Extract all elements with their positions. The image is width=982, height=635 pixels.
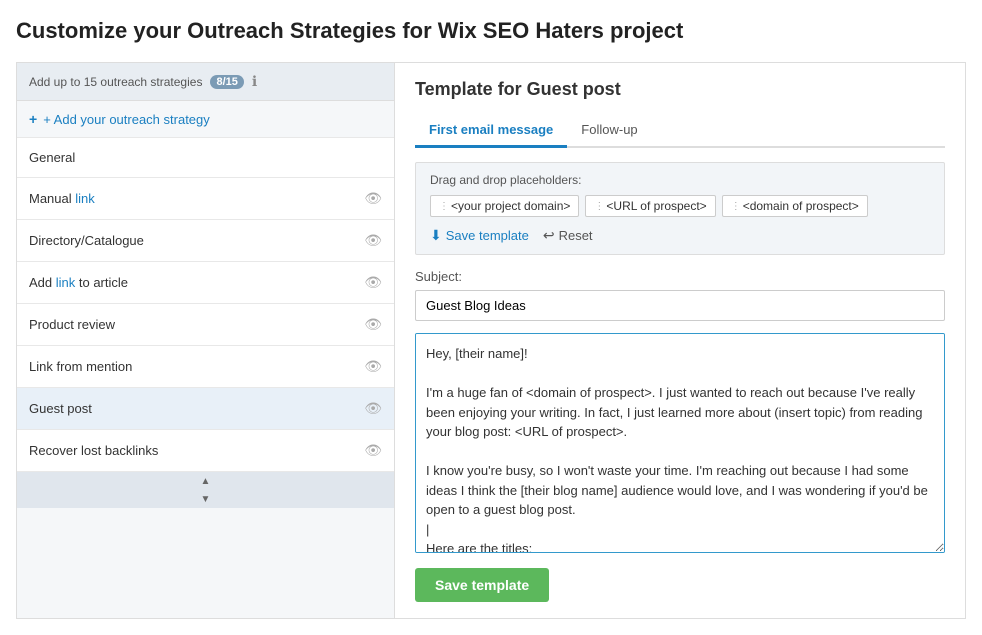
placeholders-row: ⋮ <your project domain> ⋮ <URL of prospe…	[430, 195, 930, 217]
sidebar-item-guest-post[interactable]: Guest post 👁	[17, 388, 394, 430]
strategy-label-directory: Directory/Catalogue	[29, 233, 144, 248]
reset-icon: ↩	[543, 227, 555, 244]
eye-icon-add-link[interactable]: 👁	[364, 274, 382, 291]
sidebar-scroll-up[interactable]: ▲	[17, 472, 394, 490]
tab-first-email[interactable]: First email message	[415, 114, 567, 148]
reset-button[interactable]: ↩ Reset	[543, 227, 593, 244]
subject-input[interactable]	[415, 290, 945, 321]
sidebar-scroll: + + Add your outreach strategy General M…	[17, 101, 394, 472]
reset-label: Reset	[559, 228, 593, 243]
sidebar-header-text: Add up to 15 outreach strategies	[29, 75, 202, 89]
sidebar-item-directory[interactable]: Directory/Catalogue 👁	[17, 220, 394, 262]
placeholder-domain-prospect[interactable]: ⋮ <domain of prospect>	[722, 195, 868, 217]
strategy-label-guest-post: Guest post	[29, 401, 92, 416]
info-icon[interactable]: ℹ	[252, 73, 257, 90]
strategy-label-link-from-mention: Link from mention	[29, 359, 132, 374]
drag-dots-3: ⋮	[731, 201, 740, 212]
eye-icon-recover-backlinks[interactable]: 👁	[364, 442, 382, 459]
strategy-label-recover-backlinks: Recover lost backlinks	[29, 443, 158, 458]
placeholders-box: Drag and drop placeholders: ⋮ <your proj…	[415, 162, 945, 255]
placeholder-project-domain[interactable]: ⋮ <your project domain>	[430, 195, 579, 217]
strategy-label-add-link: Add link to article	[29, 275, 128, 290]
eye-icon-guest-post[interactable]: 👁	[364, 400, 382, 417]
template-title: Template for Guest post	[415, 79, 945, 100]
subject-label: Subject:	[415, 269, 945, 284]
strategy-label-general: General	[29, 150, 75, 165]
sidebar-item-product-review[interactable]: Product review 👁	[17, 304, 394, 346]
sidebar-item-manual-link[interactable]: Manual link 👁	[17, 178, 394, 220]
page-title: Customize your Outreach Strategies for W…	[16, 18, 966, 44]
placeholder-url-prospect[interactable]: ⋮ <URL of prospect>	[585, 195, 715, 217]
strategy-label-product-review: Product review	[29, 317, 115, 332]
content-panel: Template for Guest post First email mess…	[395, 63, 965, 618]
save-template-small-button[interactable]: ⬇ Save template	[430, 227, 529, 244]
sidebar-scroll-down[interactable]: ▼	[17, 490, 394, 508]
sidebar-item-recover-backlinks[interactable]: Recover lost backlinks 👁	[17, 430, 394, 472]
sidebar-item-link-from-mention[interactable]: Link from mention 👁	[17, 346, 394, 388]
sidebar-item-general[interactable]: General	[17, 138, 394, 178]
save-icon: ⬇	[430, 227, 442, 244]
strategy-label-manual-link: Manual link	[29, 191, 95, 206]
email-textarea[interactable]	[415, 333, 945, 553]
drag-dots-2: ⋮	[594, 201, 603, 212]
add-strategy-label: + Add your outreach strategy	[43, 112, 210, 127]
placeholder-label-url-prospect: <URL of prospect>	[606, 199, 706, 213]
placeholder-label-domain-prospect: <domain of prospect>	[743, 199, 859, 213]
template-actions: ⬇ Save template ↩ Reset	[430, 227, 930, 244]
sidebar-item-add-link[interactable]: Add link to article 👁	[17, 262, 394, 304]
placeholders-label: Drag and drop placeholders:	[430, 173, 930, 187]
save-template-button[interactable]: Save template	[415, 568, 549, 602]
eye-icon-product-review[interactable]: 👁	[364, 316, 382, 333]
eye-icon-manual-link[interactable]: 👁	[364, 190, 382, 207]
tab-follow-up[interactable]: Follow-up	[567, 114, 651, 148]
placeholder-label-project-domain: <your project domain>	[451, 199, 570, 213]
sidebar-badge: 8/15	[210, 75, 243, 89]
save-template-small-label: Save template	[446, 228, 529, 243]
plus-icon: +	[29, 111, 37, 127]
drag-dots-1: ⋮	[439, 201, 448, 212]
sidebar: Add up to 15 outreach strategies 8/15 ℹ …	[17, 63, 395, 618]
sidebar-header: Add up to 15 outreach strategies 8/15 ℹ	[17, 63, 394, 101]
eye-icon-directory[interactable]: 👁	[364, 232, 382, 249]
eye-icon-link-from-mention[interactable]: 👁	[364, 358, 382, 375]
tabs-container: First email message Follow-up	[415, 114, 945, 148]
add-strategy-button[interactable]: + + Add your outreach strategy	[17, 101, 394, 138]
